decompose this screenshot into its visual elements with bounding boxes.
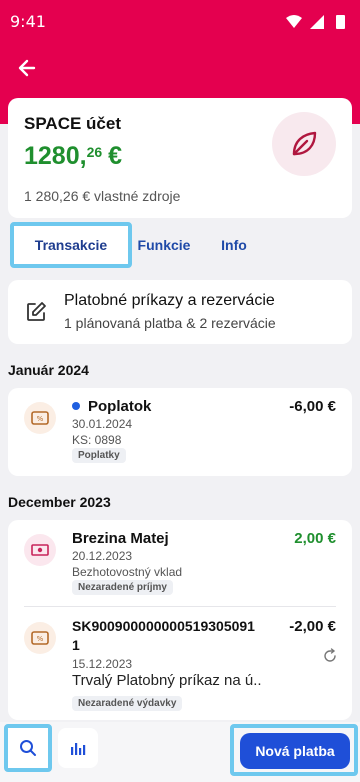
divider [24, 606, 336, 607]
transaction-date: 30.01.2024 [72, 417, 133, 431]
transaction-title-cont: 1 [72, 637, 80, 653]
search-button[interactable] [4, 724, 52, 772]
transaction-group-card: Brezina Matej 20.12.2023 Bezhotovostný v… [8, 520, 352, 720]
wifi-icon [286, 15, 302, 28]
cash-icon [24, 534, 56, 566]
section-title-dec-2023: December 2023 [8, 494, 111, 510]
transaction-title: Poplatok [72, 398, 151, 415]
orders-title: Platobné príkazy a rezervácie [64, 292, 275, 309]
account-balance: 1280, 26 € [24, 142, 122, 171]
transaction-tag: Poplatky [72, 448, 126, 463]
fee-wallet-icon: % [24, 622, 56, 654]
svg-text:%: % [37, 635, 44, 643]
unread-dot [72, 402, 80, 411]
account-card: SPACE účet 1280, 26 € 1 280,26 € vlastné… [8, 98, 352, 218]
signal-icon [310, 15, 324, 29]
svg-text:%: % [37, 415, 44, 423]
tab-transakcie[interactable]: Transakcie [10, 222, 132, 268]
transaction-amount: -2,00 € [289, 618, 336, 635]
account-name: SPACE účet [24, 114, 121, 133]
search-icon [20, 740, 36, 756]
transaction-meta: Trvalý Platobný príkaz na ú.. [72, 672, 262, 689]
new-payment-button[interactable]: Nová platba [240, 733, 350, 769]
transaction-tag: Nezaradené príjmy [72, 580, 173, 595]
transaction-date: 20.12.2023 [72, 549, 133, 563]
bottom-bar: Nová platba [0, 722, 360, 782]
account-avatar [272, 112, 336, 176]
transaction-meta: Bezhotovostný vklad [72, 565, 183, 579]
battery-icon [336, 15, 345, 29]
balance-decimal: 26 [86, 144, 103, 160]
transaction-date: 15.12.2023 [72, 657, 133, 671]
tab-funkcie[interactable]: Funkcie [134, 222, 194, 268]
transaction-title: Brezina Matej [72, 530, 169, 547]
statistics-button[interactable] [58, 728, 98, 768]
transaction-title: SK900900000000519305091 [72, 618, 255, 634]
section-title-jan-2024: Január 2024 [8, 362, 89, 378]
payment-orders-card[interactable]: Platobné príkazy a rezervácie 1 plánovan… [8, 280, 352, 344]
status-bar: 9:41 [0, 0, 360, 40]
back-arrow-icon[interactable] [14, 54, 42, 82]
tab-bar: Transakcie Funkcie Info [8, 222, 352, 268]
new-payment-highlight: Nová platba [230, 724, 358, 776]
balance-currency: € [108, 142, 123, 170]
leaf-icon [292, 131, 317, 156]
bar-chart-icon [71, 743, 86, 755]
transaction-tag: Nezaradené výdavky [72, 696, 183, 711]
fee-wallet-icon: % [24, 402, 56, 434]
recurring-icon [324, 648, 336, 662]
status-time: 9:41 [10, 12, 46, 31]
transaction-card[interactable]: % Poplatok 30.01.2024 KS: 0898 Poplatky … [8, 388, 352, 476]
balance-integer: 1280, [24, 142, 87, 170]
transaction-amount: 2,00 € [294, 530, 336, 547]
status-icons [286, 15, 345, 29]
transaction-amount: -6,00 € [289, 398, 336, 415]
edit-document-icon [27, 302, 46, 321]
own-funds: 1 280,26 € vlastné zdroje [24, 188, 181, 204]
tab-info[interactable]: Info [214, 222, 254, 268]
orders-subtitle: 1 plánovaná platba & 2 rezervácie [64, 315, 276, 331]
transaction-meta: KS: 0898 [72, 433, 122, 447]
